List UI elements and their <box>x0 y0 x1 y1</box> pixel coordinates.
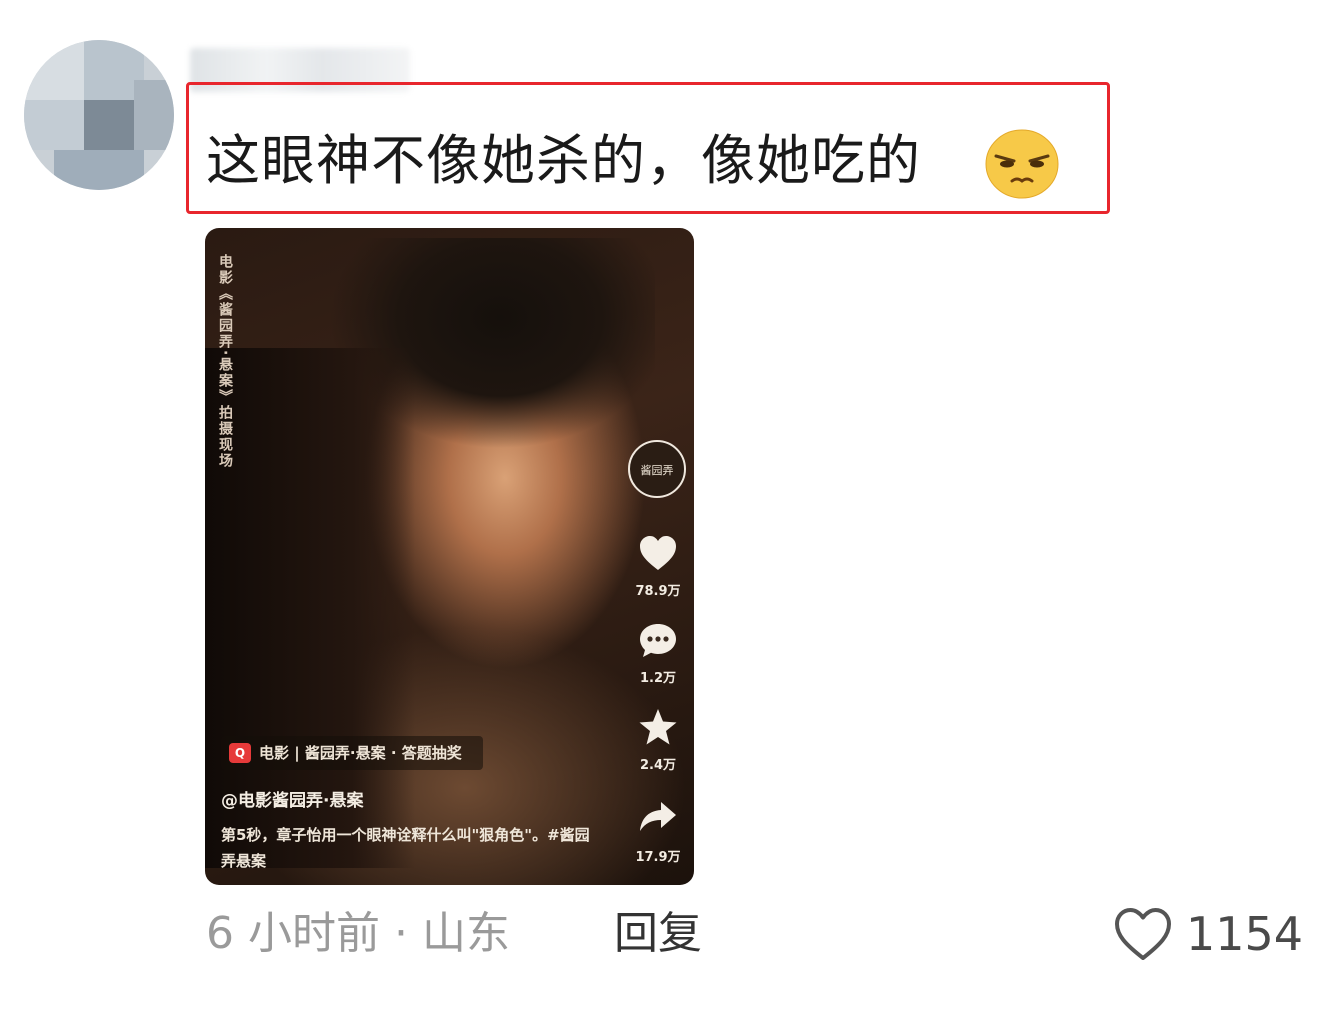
heart-icon[interactable] <box>637 533 679 575</box>
smirk-emoji-icon <box>985 129 1059 199</box>
likes-count: 78.9万 <box>635 584 681 599</box>
channel-avatar[interactable]: 酱园弄 <box>628 440 686 498</box>
comment-text: 这眼神不像她杀的，像她吃的 <box>206 129 921 192</box>
like-count: 1154 <box>1186 907 1304 961</box>
comment-bubble-icon[interactable] <box>637 620 679 662</box>
share-arrow-icon[interactable] <box>637 796 679 838</box>
shares-count: 17.9万 <box>635 850 681 865</box>
tag-logo-icon: Q <box>229 743 251 763</box>
favorites-count: 2.4万 <box>639 758 677 773</box>
tag-text: 电影 | 酱园弄·悬案 · 答题抽奖 <box>259 744 462 762</box>
comments-count: 1.2万 <box>639 671 677 686</box>
like-heart-icon[interactable] <box>1113 906 1173 962</box>
video-description: 第5秒，章子怡用一个眼神诠释什么叫"狠角色"。#酱园弄悬案 <box>221 826 590 870</box>
video-tag-bar[interactable]: Q 电影 | 酱园弄·悬案 · 答题抽奖 <box>221 736 483 770</box>
star-icon[interactable] <box>637 706 679 748</box>
avatar[interactable] <box>24 40 174 190</box>
reply-button[interactable]: 回复 <box>614 904 702 964</box>
video-account-name[interactable]: @电影酱园弄·悬案 <box>221 786 363 811</box>
video-vertical-caption: 电影《酱园弄·悬案》拍摄现场 <box>217 254 233 470</box>
comment-time-location: 6 小时前 · 山东 <box>206 908 510 959</box>
video-card[interactable]: 电影《酱园弄·悬案》拍摄现场 酱园弄 78.9万 1.2万 2.4万 17.9万… <box>205 228 694 885</box>
